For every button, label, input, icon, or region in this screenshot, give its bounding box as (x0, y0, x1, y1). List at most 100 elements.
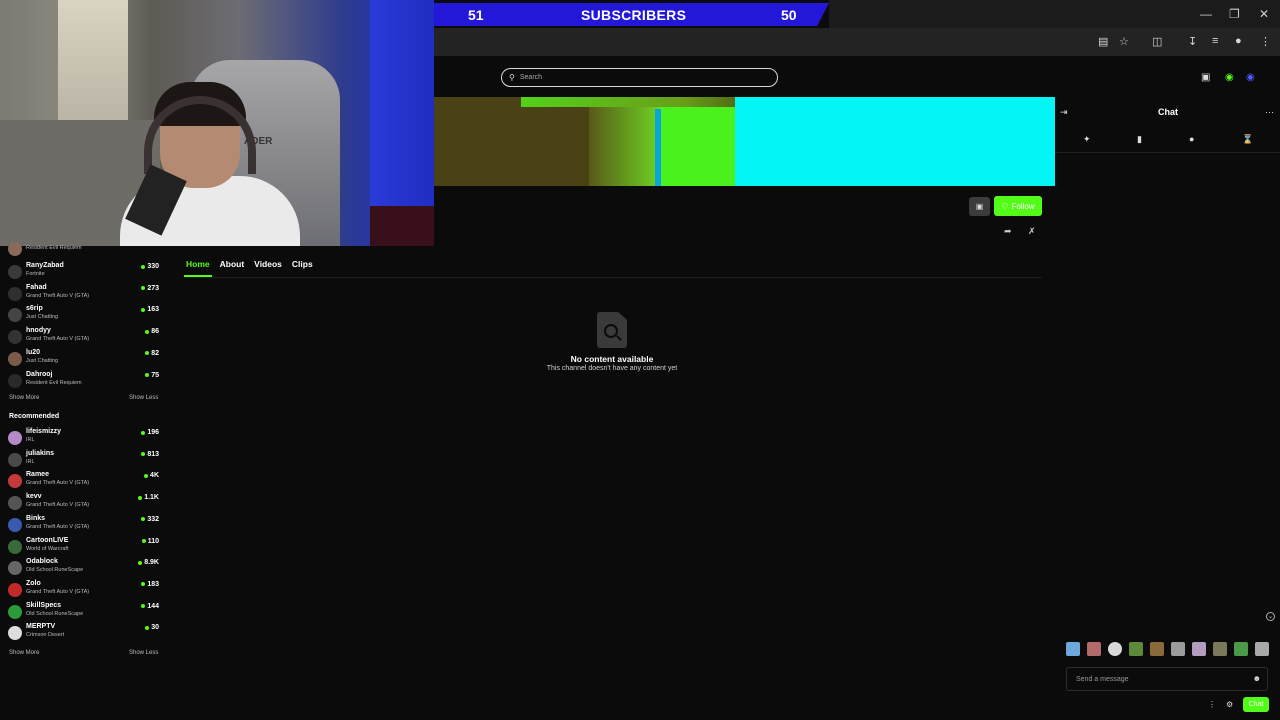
sidebar-item-lifeismizzy[interactable]: lifeismizzy IRL 196 (8, 428, 163, 450)
close-icon[interactable]: ✕ (1259, 7, 1269, 21)
tab-about[interactable]: About (220, 259, 245, 269)
sidebar-item-fahad[interactable]: Fahad Grand Theft Auto V (GTA) 273 (8, 284, 163, 306)
sidebar-item-cartoonlive[interactable]: CartoonLIVE World of Warcraft 110 (8, 537, 163, 559)
viewer-count-value: 144 (147, 602, 159, 610)
hourglass-icon[interactable]: ⌛ (1242, 134, 1253, 145)
sidebar-item-lu20[interactable]: lu20 Just Chatting 82 (8, 349, 163, 371)
live-indicator-icon (145, 351, 150, 356)
search-placeholder: Search (519, 74, 543, 81)
sidebar-item-ranyzabad[interactable]: RanyZabad Fortnite 330 (8, 262, 163, 284)
wallet-icon[interactable]: ▣ (1201, 72, 1210, 83)
translate-icon[interactable]: ▤ (1098, 35, 1108, 48)
minimize-icon[interactable]: — (1200, 7, 1212, 21)
sidebar-item-game: IRL (26, 437, 35, 443)
sidebar-item-game: Grand Theft Auto V (GTA) (26, 523, 90, 530)
sidebar-item-odablock[interactable]: Odablock Old School RuneScape 8.9K (8, 558, 163, 580)
sidebar-item-partial[interactable]: Resident Evil Requiem (8, 242, 163, 256)
extensions-icon[interactable]: ◫ (1152, 35, 1162, 48)
gift-icon: ▣ (975, 202, 984, 211)
sidebar-item-kevv[interactable]: kevv Grand Theft Auto V (GTA) 1.1K (8, 493, 163, 515)
collapse-chat-icon[interactable]: ⇥ (1060, 107, 1068, 118)
viewer-count-value: 110 (147, 537, 159, 545)
emote[interactable] (1255, 642, 1269, 656)
viewer-count: 163 (141, 306, 159, 313)
emote[interactable] (1213, 642, 1227, 656)
emoji-icon[interactable]: ☻ (1253, 674, 1261, 683)
sidebar-item-game: World of Warcraft (26, 545, 69, 552)
following-show-less[interactable]: Show Less (129, 395, 158, 401)
sidebar-item-skillspecs[interactable]: SkillSpecs Old School RuneScape 144 (8, 602, 163, 624)
avatar (8, 517, 22, 532)
sidebar-item-binks[interactable]: Binks Grand Theft Auto V (GTA) 332 (8, 515, 163, 537)
live-indicator-icon (141, 286, 146, 291)
emote[interactable] (1192, 642, 1206, 656)
sidebar-item-juliakins[interactable]: juliakins IRL 813 (8, 450, 163, 472)
live-indicator-icon (138, 495, 143, 500)
viewer-count-value: 1.1K (144, 494, 159, 502)
notifications-icon[interactable]: ◉ (1225, 72, 1234, 83)
live-indicator-icon (141, 517, 146, 522)
chat-settings-icon[interactable]: ⚙ (1226, 700, 1233, 709)
viewer-count: 183 (141, 581, 159, 588)
viewer-count-value: 8.9K (144, 559, 159, 567)
sidebar-item-zolo[interactable]: Zolo Grand Theft Auto V (GTA) 183 (8, 580, 163, 602)
chat-options-icon[interactable]: ⋮ (1208, 700, 1216, 709)
avatar (8, 431, 22, 445)
emote[interactable] (1234, 642, 1248, 656)
follow-button[interactable]: ♡ Follow (994, 196, 1042, 216)
message-icon[interactable]: ● (1189, 134, 1194, 144)
banner-stripe-cyan (735, 97, 1055, 186)
restore-icon[interactable]: ❐ (1229, 7, 1240, 21)
sidebar-item-hnodyy[interactable]: hnodyy Grand Theft Auto V (GTA) 86 (8, 327, 163, 349)
pin-icon[interactable]: ✦ (1083, 134, 1091, 145)
chat-menu-icon[interactable]: ⋯ (1265, 107, 1274, 118)
media-icon[interactable]: ≡ (1212, 35, 1218, 47)
search-input[interactable]: ⚲ Search (501, 68, 778, 87)
bookmark-star-icon[interactable]: ☆ (1119, 35, 1129, 48)
sidebar-item-s6rip[interactable]: s6rip Just Chatting 163 (8, 305, 163, 327)
recommended-show-more[interactable]: Show More (9, 650, 39, 656)
viewer-count: 86 (145, 328, 159, 335)
avatar (8, 496, 22, 511)
scroll-down-icon[interactable]: ⌄ (1266, 612, 1275, 621)
emote[interactable] (1066, 642, 1080, 656)
user-avatar[interactable]: ◉ (1246, 72, 1255, 83)
emote[interactable] (1171, 642, 1185, 656)
viewer-count-value: 330 (147, 263, 159, 270)
tab-home[interactable]: Home (186, 259, 210, 269)
sidebar-item-game: Grand Theft Auto V (GTA) (26, 502, 90, 509)
sidebar-item-dahrooj[interactable]: Dahrooj Resident Evil Requiem 75 (8, 371, 163, 393)
avatar (8, 474, 22, 489)
recommended-heading: Recommended (9, 413, 60, 420)
emote[interactable] (1108, 642, 1122, 656)
sidebar-item-name: s6rip (26, 305, 43, 313)
tab-videos[interactable]: Videos (254, 259, 282, 269)
tab-clips[interactable]: Clips (292, 259, 313, 269)
sidebar-item-merptv[interactable]: MERPTV Crimson Desert 30 (8, 623, 163, 645)
sidebar-item-game: Grand Theft Auto V (GTA) (26, 336, 90, 343)
profile-icon[interactable]: ● (1235, 35, 1242, 47)
avatar (8, 539, 22, 554)
live-indicator-icon (141, 604, 146, 609)
sidebar-item-name: Dahrooj (26, 370, 53, 378)
subscriber-label: SUBSCRIBERS (581, 6, 687, 23)
subscribe-gift-button[interactable]: ▣ (969, 197, 990, 216)
download-icon[interactable]: ↧ (1188, 35, 1197, 48)
emote[interactable] (1150, 642, 1164, 656)
avatar (8, 265, 22, 279)
sidebar-item-game: Grand Theft Auto V (GTA) (26, 588, 90, 595)
share-icon[interactable]: ➦ (1004, 226, 1012, 237)
following-show-more[interactable]: Show More (9, 395, 39, 401)
emote[interactable] (1129, 642, 1143, 656)
viewer-count-value: 196 (147, 429, 159, 436)
trash-icon[interactable]: ▮ (1137, 134, 1142, 145)
chat-send-button[interactable]: Chat (1243, 697, 1269, 712)
browser-menu-icon[interactable]: ⋮ (1260, 35, 1271, 48)
sidebar-item-ramee[interactable]: Ramee Grand Theft Auto V (GTA) 4K (8, 471, 163, 493)
recommended-show-less[interactable]: Show Less (129, 650, 158, 656)
live-indicator-icon (141, 452, 146, 457)
report-icon[interactable]: ✗ (1028, 226, 1036, 237)
viewer-count: 273 (141, 285, 159, 292)
emote[interactable] (1087, 642, 1101, 656)
chat-message-input[interactable]: Send a message ☻ (1066, 667, 1268, 691)
